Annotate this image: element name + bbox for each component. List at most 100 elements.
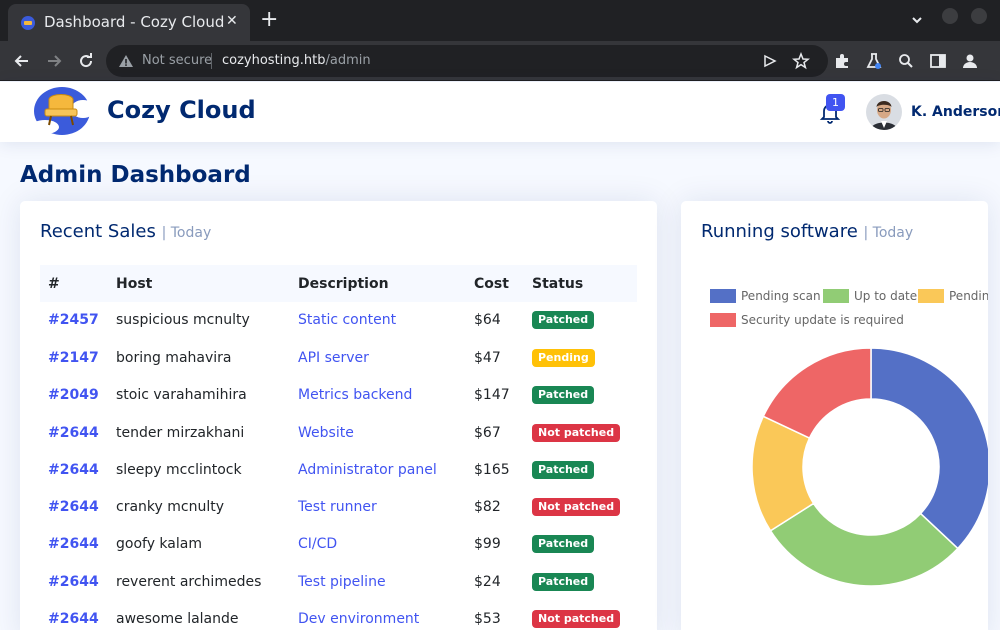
sale-id-link[interactable]: #2644 (48, 462, 99, 478)
donut-slice-pending-scan[interactable] (870, 347, 988, 550)
warning-triangle-icon[interactable] (118, 53, 134, 69)
description-link[interactable]: Static content (298, 312, 396, 328)
legend-item[interactable]: Security update is required (710, 313, 904, 327)
send-tab-icon[interactable] (762, 53, 778, 69)
back-arrow-icon[interactable] (12, 51, 32, 71)
description-link[interactable]: Administrator panel (298, 462, 437, 478)
column-header-cost[interactable]: Cost (466, 265, 524, 302)
column-header-host[interactable]: Host (108, 265, 290, 302)
sale-id-cell: #2644 (40, 525, 108, 564)
sale-id-link[interactable]: #2049 (48, 387, 99, 403)
legend-swatch (918, 289, 944, 303)
sale-id-cell: #2644 (40, 488, 108, 527)
cost-cell: $99 (466, 525, 524, 564)
sale-id-link[interactable]: #2644 (48, 536, 99, 552)
status-badge: Not patched (532, 423, 621, 442)
column-header-description[interactable]: Description (290, 265, 466, 302)
description-cell: Administrator panel (290, 451, 466, 489)
browser-toolbar: Not secure cozyhosting.htb/admin (0, 41, 1000, 81)
host-cell: goofy kalam (116, 536, 202, 553)
host-cell: suspicious mcnulty (108, 302, 290, 340)
description-cell: Test pipeline (290, 563, 466, 601)
lab-flask-icon[interactable] (864, 51, 884, 71)
status-cell: Not patched (524, 600, 637, 630)
cost-cell: $47 (474, 349, 501, 366)
sale-id-link[interactable]: #2644 (48, 499, 99, 515)
sale-id-cell: #2147 (40, 339, 108, 378)
description-link[interactable]: CI/CD (298, 536, 337, 552)
user-name[interactable]: K. Anderson (911, 104, 1000, 120)
cost-cell: $53 (466, 600, 524, 630)
status-cell: Not patched (524, 413, 637, 452)
description-link[interactable]: Website (298, 425, 354, 441)
host-cell: sleepy mcclintock (116, 461, 242, 478)
sale-id-cell: #2644 (40, 451, 108, 489)
legend-item[interactable]: Pending u (918, 289, 988, 303)
running-software-card: Running software | Today Pending scan Up … (681, 201, 988, 630)
status-badge: Pending (532, 348, 595, 367)
status-badge: Patched (532, 386, 595, 405)
column-header-id[interactable]: # (40, 265, 108, 302)
browser-tab[interactable]: Dashboard - Cozy Cloud ✕ (8, 4, 250, 41)
legend-swatch (823, 289, 849, 303)
legend-item[interactable]: Up to date (823, 289, 917, 303)
reload-icon[interactable] (76, 51, 96, 71)
cost-cell: $147 (474, 387, 510, 404)
host-cell: cranky mcnulty (108, 488, 290, 527)
sale-id-link[interactable]: #2644 (48, 425, 99, 441)
window-minimize-icon[interactable] (942, 8, 958, 24)
recent-sales-table: # Host Description Cost Status #2457 susp… (40, 265, 637, 630)
browser-tab-bar: Dashboard - Cozy Cloud ✕ + (0, 0, 1000, 41)
description-cell: API server (290, 339, 466, 378)
url-host: cozyhosting.htb (222, 53, 326, 68)
sale-id-link[interactable]: #2644 (48, 611, 99, 627)
table-row: #2457 suspicious mcnulty Static content $64… (40, 302, 637, 340)
extensions-puzzle-icon[interactable] (832, 51, 852, 71)
app-header: Cozy Cloud 1 K. Anderson (0, 82, 1000, 142)
search-icon[interactable] (896, 51, 916, 71)
description-link[interactable]: Metrics backend (298, 387, 412, 403)
status-cell: Patched (524, 525, 637, 564)
sale-id-link[interactable]: #2644 (48, 574, 99, 590)
window-maximize-icon[interactable] (971, 8, 987, 24)
forward-arrow-icon[interactable] (44, 51, 64, 71)
cost-cell: $67 (474, 424, 501, 441)
table-row: #2644 reverent archimedes Test pipeline $24… (40, 563, 637, 601)
table-row: #2644 sleepy mcclintock Administrator pane… (40, 451, 637, 489)
new-tab-icon[interactable]: + (260, 9, 278, 31)
cozy-cloud-favicon-icon (21, 16, 35, 30)
description-cell: CI/CD (290, 525, 466, 564)
table-row: #2644 cranky mcnulty Test runner $82 Not pat… (40, 488, 637, 527)
tab-search-chevron-icon[interactable] (910, 13, 924, 27)
side-panel-icon[interactable] (928, 51, 948, 71)
cost-cell: $99 (474, 536, 501, 553)
table-row: #2147 boring mahavira API server $47 Pending (40, 339, 637, 378)
host-cell: awesome lalande (116, 611, 239, 628)
description-link[interactable]: Test runner (298, 499, 377, 515)
sale-id-link[interactable]: #2147 (48, 350, 99, 366)
description-link[interactable]: Dev environment (298, 611, 419, 627)
table-row: #2644 awesome lalande Dev environment $53 No… (40, 600, 637, 630)
cozy-cloud-logo[interactable] (27, 83, 97, 139)
address-divider (211, 53, 212, 69)
donut-slice-security-update-is-required[interactable] (762, 347, 872, 440)
tab-close-icon[interactable]: ✕ (226, 13, 238, 29)
brand-name[interactable]: Cozy Cloud (107, 96, 256, 124)
status-cell: Not patched (524, 488, 637, 527)
column-header-status[interactable]: Status (524, 265, 637, 302)
host-cell: boring mahavira (116, 349, 232, 366)
address-bar[interactable]: Not secure cozyhosting.htb/admin (106, 45, 828, 77)
avatar[interactable] (866, 94, 902, 130)
bookmark-star-icon[interactable] (792, 52, 810, 70)
page-title: Admin Dashboard (20, 162, 251, 188)
profile-icon[interactable] (960, 51, 980, 71)
sale-id-cell: #2049 (40, 376, 108, 415)
description-link[interactable]: Test pipeline (298, 574, 386, 590)
legend-label: Pending u (949, 289, 988, 303)
table-row: #2644 tender mirzakhani Website $67 Not patc… (40, 413, 637, 452)
legend-item[interactable]: Pending scan (710, 289, 821, 303)
sale-id-link[interactable]: #2457 (48, 312, 99, 328)
cost-cell: $53 (474, 611, 501, 628)
description-link[interactable]: API server (298, 350, 369, 366)
host-cell: reverent archimedes (116, 573, 262, 590)
